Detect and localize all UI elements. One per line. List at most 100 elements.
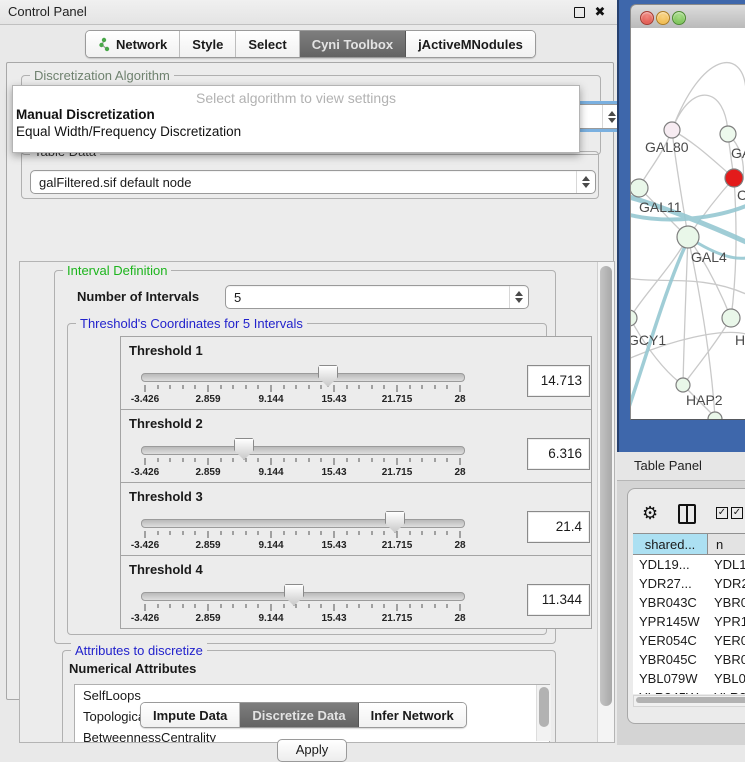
- tab-select[interactable]: Select: [236, 31, 299, 57]
- slider-tick: [308, 531, 309, 535]
- table-row[interactable]: YBR043CYBR0: [633, 593, 745, 612]
- cell-name[interactable]: YDR2: [708, 574, 745, 593]
- gear-icon[interactable]: ⚙: [642, 504, 658, 522]
- threshold-value-field[interactable]: 14.713: [527, 365, 590, 397]
- slider-tick: [271, 458, 272, 465]
- thresholds-group: Threshold's Coordinates for 5 Intervals …: [67, 323, 547, 635]
- slider-track[interactable]: [141, 373, 465, 382]
- table-hscrollbar-thumb[interactable]: [636, 697, 745, 703]
- columns-icon[interactable]: [678, 504, 696, 524]
- tab-jactivemnodules[interactable]: jActiveMNodules: [406, 31, 535, 57]
- network-window-titlebar[interactable]: [630, 4, 745, 30]
- close-icon[interactable]: ✖: [593, 5, 607, 19]
- tab-network-label: Network: [116, 37, 167, 52]
- column-header-name[interactable]: n: [708, 534, 745, 555]
- node-gcy1[interactable]: [631, 310, 637, 326]
- node-gal80[interactable]: [664, 122, 680, 138]
- threshold-value-field[interactable]: 6.316: [527, 438, 590, 470]
- slider-thumb[interactable]: [385, 511, 405, 533]
- tab-network[interactable]: Network: [86, 31, 180, 57]
- slider-tick-label: 28: [454, 613, 465, 624]
- cell-shared-name[interactable]: YBR045C: [633, 650, 708, 669]
- node-right-mid[interactable]: [722, 309, 740, 327]
- table-row[interactable]: YBL079WYBL0: [633, 669, 745, 688]
- slider-tick: [384, 385, 385, 389]
- apply-button[interactable]: Apply: [277, 739, 347, 762]
- threshold-value-field[interactable]: 11.344: [527, 584, 590, 616]
- node-bottom-partial[interactable]: [708, 412, 722, 419]
- slider-tick: [346, 385, 347, 389]
- settings-scrollbar-thumb[interactable]: [600, 266, 612, 706]
- column-header-shared-name[interactable]: shared...: [633, 534, 708, 555]
- cell-shared-name[interactable]: YDR27...: [633, 574, 708, 593]
- cell-shared-name[interactable]: YER054C: [633, 631, 708, 650]
- cell-name[interactable]: YDL1: [708, 555, 745, 574]
- slider-tick-label: 9.144: [258, 467, 283, 478]
- tab-discretize-data[interactable]: Discretize Data: [240, 703, 358, 727]
- table-hscrollbar[interactable]: [633, 695, 745, 707]
- node-gal4[interactable]: [677, 226, 699, 248]
- table-row[interactable]: YDR27...YDR2: [633, 574, 745, 593]
- slider-tick: [145, 604, 146, 611]
- cell-shared-name[interactable]: YLR345W: [633, 688, 708, 694]
- tab-impute-data[interactable]: Impute Data: [141, 703, 240, 727]
- slider-tick: [346, 458, 347, 462]
- slider-tick: [283, 458, 284, 462]
- node-top-right[interactable]: [720, 126, 736, 142]
- slider-tick-label: 2.859: [195, 613, 220, 624]
- table-row[interactable]: YLR345WYLR3: [633, 688, 745, 694]
- checkbox-icon[interactable]: ✓: [716, 507, 728, 519]
- checkbox-icon[interactable]: ✓: [731, 507, 743, 519]
- attributes-scrollbar[interactable]: [536, 685, 551, 741]
- tab-infer-network[interactable]: Infer Network: [359, 703, 466, 727]
- node-gal11[interactable]: [631, 179, 648, 197]
- settings-scrollbar[interactable]: [597, 262, 614, 742]
- node-hap2[interactable]: [676, 378, 690, 392]
- minimize-traffic-light-icon[interactable]: [656, 11, 670, 25]
- slider-thumb[interactable]: [284, 584, 304, 606]
- menu-item-manual-discretization[interactable]: Manual Discretization: [16, 107, 155, 122]
- cell-shared-name[interactable]: YDL19...: [633, 555, 708, 574]
- slider-thumb[interactable]: [234, 438, 254, 460]
- slider-tick: [384, 531, 385, 535]
- network-canvas[interactable]: GAL80 GA C GAL11 GAL4 GCY1 H HAP2: [630, 28, 745, 420]
- cell-name[interactable]: YLR3: [708, 688, 745, 694]
- node-red-selected[interactable]: [725, 169, 743, 187]
- slider-tick: [409, 604, 410, 608]
- slider-tick: [258, 458, 259, 462]
- cell-shared-name[interactable]: YPR145W: [633, 612, 708, 631]
- slider-tick: [308, 458, 309, 462]
- cell-name[interactable]: YBL0: [708, 669, 745, 688]
- threshold-4-panel: Threshold 4-3.4262.8599.14415.4321.71528…: [120, 555, 592, 629]
- cell-name[interactable]: YBR0: [708, 593, 745, 612]
- close-traffic-light-icon[interactable]: [640, 11, 654, 25]
- table-data-select[interactable]: galFiltered.sif default node: [30, 170, 596, 194]
- zoom-traffic-light-icon[interactable]: [672, 11, 686, 25]
- slider-thumb[interactable]: [318, 365, 338, 387]
- slider-tick: [296, 604, 297, 608]
- table-row[interactable]: YDL19...YDL1: [633, 555, 745, 574]
- num-intervals-select[interactable]: 5: [225, 285, 529, 309]
- table-row[interactable]: YBR045CYBR0: [633, 650, 745, 669]
- slider-tick: [245, 531, 246, 535]
- cell-shared-name[interactable]: YBR043C: [633, 593, 708, 612]
- menu-item-equal-width-frequency[interactable]: Equal Width/Frequency Discretization: [16, 124, 241, 139]
- slider-track[interactable]: [141, 446, 465, 455]
- tab-cyni-toolbox[interactable]: Cyni Toolbox: [300, 31, 406, 57]
- cell-name[interactable]: YER0: [708, 631, 745, 650]
- table-row[interactable]: YPR145WYPR1: [633, 612, 745, 631]
- tab-style[interactable]: Style: [180, 31, 236, 57]
- node-label-partial-h: H: [735, 332, 745, 348]
- slider-track[interactable]: [141, 519, 465, 528]
- table-row[interactable]: YER054CYER0: [633, 631, 745, 650]
- slider-tick: [271, 531, 272, 538]
- attributes-scrollbar-thumb[interactable]: [539, 687, 549, 727]
- slider-tick: [434, 458, 435, 462]
- cell-name[interactable]: YBR0: [708, 650, 745, 669]
- slider-tick: [245, 604, 246, 608]
- slider-tick: [296, 531, 297, 535]
- threshold-value-field[interactable]: 21.4: [527, 511, 590, 543]
- float-window-icon[interactable]: [574, 7, 585, 18]
- cell-shared-name[interactable]: YBL079W: [633, 669, 708, 688]
- cell-name[interactable]: YPR1: [708, 612, 745, 631]
